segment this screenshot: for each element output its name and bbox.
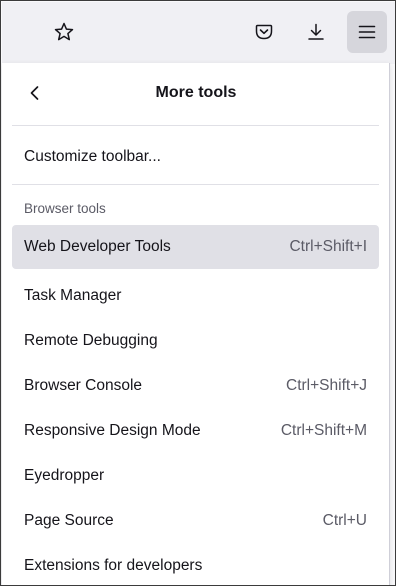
- menu-item-label: Web Developer Tools: [24, 238, 171, 255]
- back-button[interactable]: [18, 76, 52, 110]
- more-tools-panel: More tools Customize toolbar... Browser …: [2, 63, 390, 585]
- customize-toolbar-item[interactable]: Customize toolbar...: [12, 135, 379, 179]
- pocket-icon: [255, 24, 273, 40]
- panel-header: More tools: [2, 63, 390, 123]
- menu-item-shortcut: Ctrl+Shift+I: [289, 238, 367, 255]
- app-menu-button[interactable]: [347, 11, 387, 53]
- menu-item-label: Customize toolbar...: [24, 148, 161, 165]
- menu-item-responsive-design-mode[interactable]: Responsive Design Mode Ctrl+Shift+M: [12, 409, 379, 453]
- pocket-button[interactable]: [244, 11, 284, 53]
- section-label: Browser tools: [24, 201, 106, 216]
- menu-item-shortcut: Ctrl+Shift+M: [280, 422, 367, 439]
- menu-item-label: Responsive Design Mode: [24, 422, 201, 439]
- menu-item-label: Page Source: [24, 512, 114, 529]
- hamburger-menu-icon: [358, 25, 376, 39]
- menu-item-shortcut: Ctrl+Shift+J: [286, 377, 367, 394]
- menu-item-label: Remote Debugging: [24, 332, 158, 349]
- menu-item-remote-debugging[interactable]: Remote Debugging: [12, 319, 379, 363]
- browser-toolbar: [2, 2, 395, 64]
- download-icon: [308, 23, 324, 40]
- menu-item-label: Eyedropper: [24, 467, 105, 484]
- downloads-button[interactable]: [296, 11, 336, 53]
- menu-item-label: Extensions for developers: [24, 557, 203, 574]
- browser-window: More tools Customize toolbar... Browser …: [0, 0, 396, 586]
- menu-item-extensions-for-developers[interactable]: Extensions for developers: [12, 544, 379, 585]
- menu-item-browser-console[interactable]: Browser Console Ctrl+Shift+J: [12, 364, 379, 408]
- menu-item-label: Browser Console: [24, 377, 143, 394]
- chevron-left-icon: [30, 86, 39, 100]
- star-icon: [54, 22, 74, 41]
- bookmark-star-button[interactable]: [44, 11, 84, 53]
- menu-item-label: Task Manager: [24, 287, 122, 304]
- divider: [12, 125, 379, 126]
- panel-title: More tools: [155, 84, 237, 101]
- menu-item-page-source[interactable]: Page Source Ctrl+U: [12, 499, 379, 543]
- menu-item-eyedropper[interactable]: Eyedropper: [12, 454, 379, 498]
- divider: [12, 184, 379, 185]
- menu-item-shortcut: Ctrl+U: [322, 512, 367, 529]
- menu-item-task-manager[interactable]: Task Manager: [12, 274, 379, 318]
- menu-item-web-developer-tools[interactable]: Web Developer Tools Ctrl+Shift+I: [12, 225, 379, 269]
